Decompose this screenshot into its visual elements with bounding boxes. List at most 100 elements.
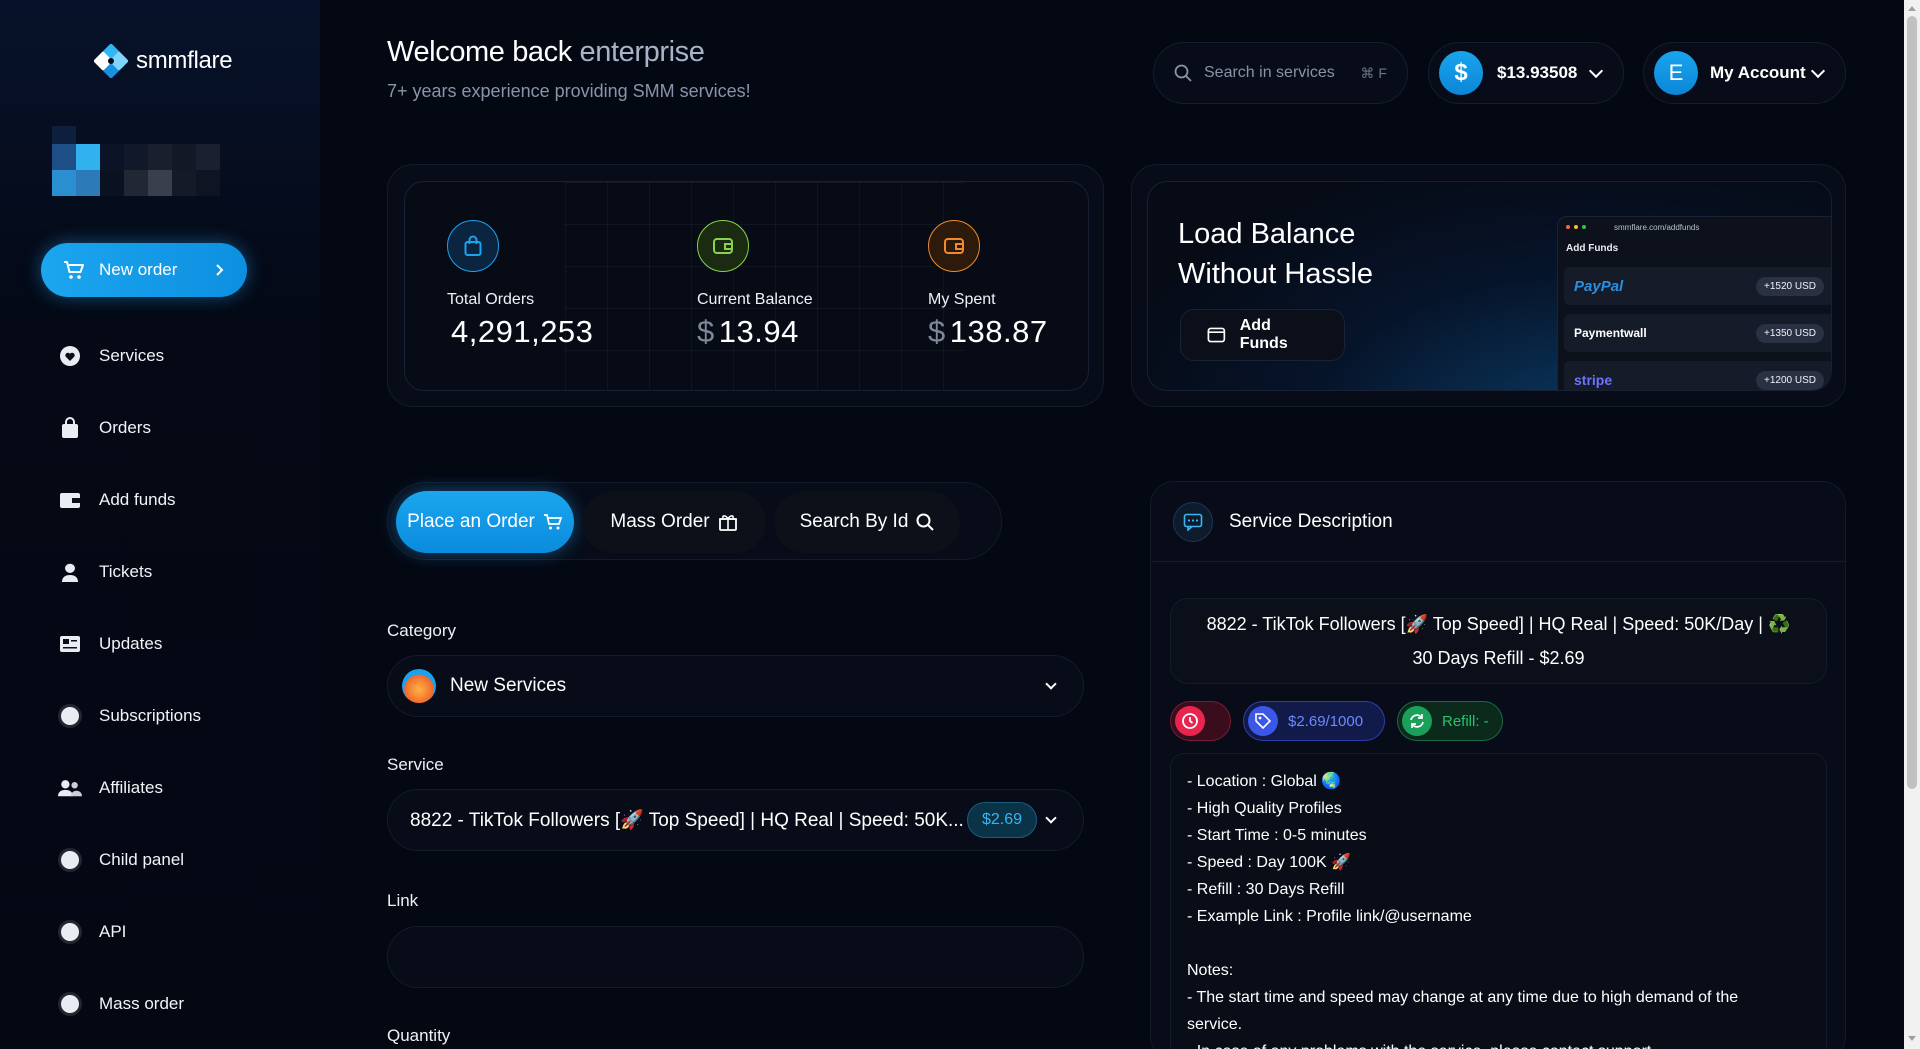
- circle-icon: [58, 920, 82, 944]
- description-line: - Refill : 30 Days Refill: [1187, 881, 1345, 898]
- chevron-down-icon: [1045, 812, 1057, 824]
- shopping-bag-icon: [58, 416, 82, 440]
- description-line: service.: [1187, 1016, 1243, 1033]
- service-search[interactable]: Search in services ⌘ F: [1153, 42, 1408, 104]
- new-order-button[interactable]: New order: [41, 243, 247, 297]
- circle-icon: [58, 992, 82, 1016]
- wallet-icon: [58, 488, 82, 512]
- chevron-right-icon: [216, 264, 224, 276]
- sidebar-item-orders[interactable]: Orders: [58, 392, 288, 464]
- chevron-down-icon: [1045, 678, 1057, 690]
- shopping-bag-icon: [447, 220, 499, 272]
- users-icon: [58, 776, 82, 800]
- provider-row: PayPal +1520 USD: [1564, 267, 1831, 305]
- stat-label: My Spent: [928, 291, 996, 308]
- cart-icon: [64, 261, 84, 279]
- new-order-label: New order: [99, 260, 178, 279]
- sidebar-item-label: API: [99, 922, 127, 941]
- sidebar: smmflare New order Services Orders Add f…: [0, 0, 320, 1049]
- scroll-down-arrow-icon[interactable]: [1908, 1036, 1916, 1041]
- chat-icon: [1173, 501, 1213, 542]
- account-avatar: E: [1654, 51, 1698, 95]
- service-description-card: Service Description 8822 - TikTok Follow…: [1150, 481, 1846, 1049]
- chevron-down-icon: [1588, 63, 1604, 79]
- dollar-icon: $: [1439, 51, 1483, 95]
- service-value: 8822 - TikTok Followers [🚀 Top Speed] | …: [410, 810, 964, 831]
- stat-value: 4,291,253: [451, 314, 594, 349]
- provider-amount: +1200 USD: [1756, 370, 1824, 390]
- tab-search-by-id[interactable]: Search By Id: [774, 491, 960, 553]
- service-name-box: 8822 - TikTok Followers [🚀 Top Speed] | …: [1170, 598, 1827, 684]
- description-line: Notes:: [1187, 962, 1234, 979]
- sidebar-nav: Services Orders Add funds Tickets Update…: [58, 320, 288, 1040]
- description-line: - High Quality Profiles: [1187, 800, 1342, 817]
- service-description-header: Service Description: [1151, 482, 1845, 562]
- cart-icon: [543, 514, 563, 530]
- sidebar-item-label: Orders: [99, 418, 151, 437]
- provider-amount: +1520 USD: [1756, 276, 1824, 296]
- stat-label: Total Orders: [447, 291, 535, 308]
- sidebar-item-label: Add funds: [99, 490, 176, 509]
- circle-icon: [58, 848, 82, 872]
- welcome-username: enterprise: [579, 36, 705, 68]
- description-line: - In case of any problems with the servi…: [1187, 1038, 1810, 1049]
- sidebar-item-tickets[interactable]: Tickets: [58, 536, 288, 608]
- tab-place-order[interactable]: Place an Order: [396, 491, 574, 553]
- sidebar-item-child-panel[interactable]: Child panel: [58, 824, 288, 896]
- preview-url: smmflare.com/addfunds: [1614, 222, 1700, 232]
- search-input[interactable]: Search in services: [1204, 64, 1361, 82]
- load-balance-card: Load Balance Without Hassle Add Funds sm…: [1131, 164, 1846, 407]
- support-agent-icon: [58, 560, 82, 584]
- sidebar-item-label: Affiliates: [99, 778, 163, 797]
- description-line: - Example Link : Profile link/@username: [1187, 908, 1472, 925]
- sidebar-item-affiliates[interactable]: Affiliates: [58, 752, 288, 824]
- description-line: - Start Time : 0-5 minutes: [1187, 827, 1367, 844]
- paymentwall-logo: Paymentwall: [1574, 326, 1647, 340]
- link-input[interactable]: [387, 926, 1084, 988]
- category-select[interactable]: New Services: [387, 655, 1084, 717]
- stat-value: $13.94: [697, 314, 799, 349]
- stat-label: Current Balance: [697, 291, 813, 308]
- description-line: [1187, 930, 1810, 957]
- balance-dropdown[interactable]: $ $13.93508: [1428, 42, 1624, 104]
- tab-mass-order[interactable]: Mass Order: [582, 491, 766, 553]
- preview-heading: Add Funds: [1566, 243, 1619, 254]
- scrollbar-thumb[interactable]: [1907, 16, 1917, 789]
- sidebar-item-api[interactable]: API: [58, 896, 288, 968]
- add-funds-button[interactable]: Add Funds: [1180, 309, 1345, 361]
- sidebar-item-label: Child panel: [99, 850, 185, 869]
- add-funds-label: Add Funds: [1239, 317, 1288, 352]
- account-dropdown[interactable]: E My Account: [1643, 42, 1846, 104]
- stats-inner: Total Orders 4,291,253 Current Balance $…: [404, 181, 1089, 391]
- time-chip: [1170, 701, 1231, 741]
- search-icon: [1174, 64, 1192, 82]
- paypal-logo: PayPal: [1574, 277, 1624, 295]
- user-avatar-pixelated: [42, 126, 282, 196]
- clock-icon: [1175, 706, 1205, 736]
- service-select[interactable]: 8822 - TikTok Followers [🚀 Top Speed] | …: [387, 789, 1084, 851]
- welcome-title: Welcome back enterprise: [387, 36, 751, 69]
- newspaper-icon: [58, 632, 82, 656]
- sidebar-item-updates[interactable]: Updates: [58, 608, 288, 680]
- sidebar-item-services[interactable]: Services: [58, 320, 288, 392]
- scroll-up-arrow-icon[interactable]: [1908, 6, 1916, 11]
- page-scrollbar[interactable]: [1904, 0, 1920, 1049]
- brand-logo[interactable]: smmflare: [94, 44, 233, 78]
- welcome-header: Welcome back enterprise 7+ years experie…: [387, 36, 751, 102]
- add-funds-preview: smmflare.com/addfunds Add Funds PayPal +…: [1557, 216, 1831, 390]
- refill-chip: Refill: -: [1397, 701, 1503, 741]
- refill-value: Refill: -: [1442, 712, 1489, 730]
- balance-amount: $13.93508: [1497, 63, 1578, 82]
- sidebar-item-add-funds[interactable]: Add funds: [58, 464, 288, 536]
- service-name-line: 30 Days Refill - $2.69: [1412, 648, 1585, 668]
- search-icon: [916, 513, 935, 531]
- sidebar-item-label: Subscriptions: [99, 706, 202, 725]
- grid-decoration: [565, 182, 965, 390]
- rate-value: $2.69/1000: [1288, 712, 1364, 730]
- wallet-icon: [1207, 327, 1226, 343]
- service-name-line: 8822 - TikTok Followers [🚀 Top Speed] | …: [1206, 614, 1791, 634]
- provider-amount: +1350 USD: [1756, 323, 1824, 343]
- sidebar-item-subscriptions[interactable]: Subscriptions: [58, 680, 288, 752]
- service-label: Service: [387, 755, 444, 774]
- sidebar-item-mass-order[interactable]: Mass order: [58, 968, 288, 1040]
